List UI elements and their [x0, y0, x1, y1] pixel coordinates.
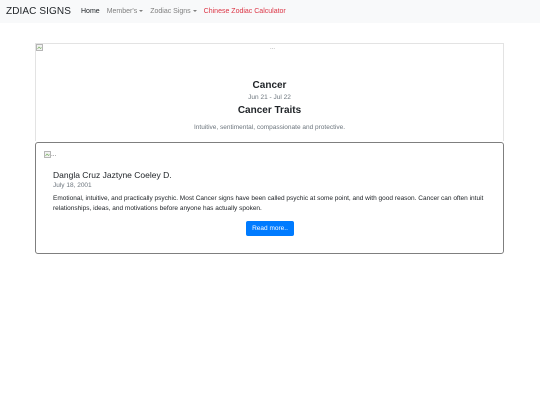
- post-image-alt: ...: [51, 151, 57, 158]
- post-author: Dangla Cruz Jaztyne Coeley D.: [53, 170, 172, 180]
- caret-down-icon: [139, 10, 144, 12]
- navbar: ZDIAC SIGNS Home Member's Zodiac Signs C…: [0, 0, 540, 23]
- post-body: Emotional, intuitive, and practically ps…: [53, 195, 484, 212]
- sign-name: Cancer: [252, 80, 287, 91]
- traits-description: Intuitive, sentimental, compassionate an…: [193, 124, 346, 131]
- post-date: July 18, 2001: [53, 182, 92, 189]
- nav-zodiac-signs-label: Zodiac Signs: [150, 8, 191, 15]
- nav-zodiac-signs-dropdown[interactable]: Zodiac Signs: [150, 8, 197, 15]
- broken-image-icon: [36, 44, 43, 51]
- nav-chinese-zodiac-label: Chinese Zodiac Calculator: [203, 8, 286, 15]
- read-more-button[interactable]: Read more..: [246, 221, 294, 236]
- caret-down-icon: [192, 10, 197, 12]
- sign-dates: Jun 21 - Jul 22: [248, 94, 291, 101]
- nav-home-label: Home: [81, 8, 100, 15]
- nav-members-dropdown[interactable]: Member's: [107, 8, 144, 15]
- traits-title: Cancer Traits: [237, 105, 302, 116]
- broken-image-icon: [44, 151, 51, 158]
- brand-logo[interactable]: ZDIAC SIGNS: [6, 6, 71, 17]
- sign-image-alt: ...: [270, 45, 276, 51]
- nav-home[interactable]: Home: [81, 8, 100, 15]
- nav-chinese-zodiac-calculator[interactable]: Chinese Zodiac Calculator: [204, 8, 286, 15]
- nav-members-label: Member's: [106, 8, 138, 15]
